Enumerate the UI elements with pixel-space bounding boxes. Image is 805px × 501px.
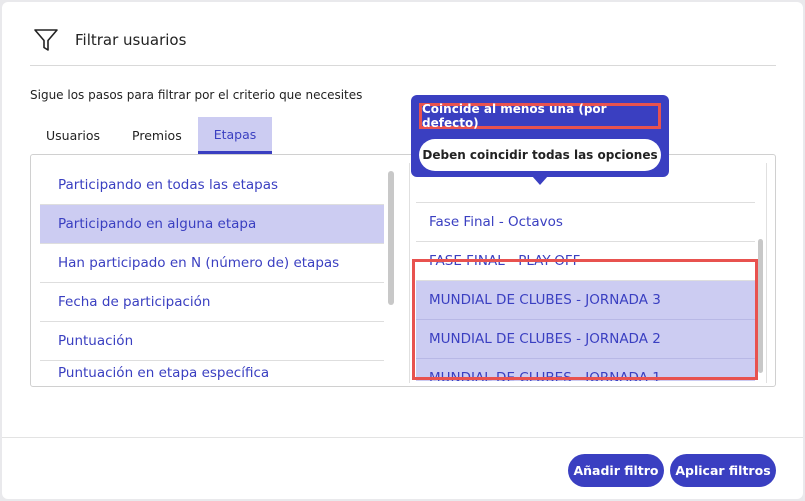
list-item[interactable]: Participando en alguna etapa bbox=[40, 205, 384, 244]
list-item[interactable]: Puntuación bbox=[40, 322, 384, 361]
list-item[interactable]: MUNDIAL DE CLUBES - JORNADA 3 bbox=[416, 281, 755, 320]
tab-premios[interactable]: Premios bbox=[116, 117, 198, 154]
criteria-scrollbar[interactable] bbox=[388, 171, 394, 305]
add-filter-button[interactable]: Añadir filtro bbox=[568, 454, 664, 487]
column-divider bbox=[409, 163, 410, 383]
list-item[interactable] bbox=[416, 183, 755, 203]
list-item[interactable]: Han participado en N (número de) etapas bbox=[40, 244, 384, 283]
list-item[interactable]: Participando en todas las etapas bbox=[40, 166, 384, 205]
footer-divider bbox=[2, 437, 803, 438]
criteria-list: Participando en todas las etapas Partici… bbox=[40, 166, 384, 380]
list-item[interactable]: MUNDIAL DE CLUBES - JORNADA 2 bbox=[416, 320, 755, 359]
panel-edge-divider bbox=[766, 163, 767, 383]
filter-panel: Participando en todas las etapas Partici… bbox=[30, 154, 776, 387]
match-mode-popover: Coincide al menos una (por defecto) Debe… bbox=[411, 95, 669, 185]
filter-icon bbox=[34, 29, 58, 51]
list-item[interactable]: Puntuación en etapa específica bbox=[40, 361, 384, 380]
modal-title: Filtrar usuarios bbox=[75, 31, 187, 49]
tab-usuarios[interactable]: Usuarios bbox=[30, 117, 116, 154]
stages-list: Fase Final - Octavos FASE FINAL - PLAY-O… bbox=[416, 183, 755, 381]
apply-filters-button[interactable]: Aplicar filtros bbox=[670, 454, 776, 487]
list-item[interactable]: Fase Final - Octavos bbox=[416, 203, 755, 242]
match-any-option[interactable]: Coincide al menos una (por defecto) bbox=[419, 102, 661, 130]
filter-tabs: Usuarios Premios Etapas bbox=[30, 117, 273, 154]
list-item[interactable]: Fecha de participación bbox=[40, 283, 384, 322]
instructions-text: Sigue los pasos para filtrar por el crit… bbox=[30, 88, 363, 102]
stages-scrollbar[interactable] bbox=[758, 239, 763, 373]
list-item[interactable]: FASE FINAL - PLAY-OFF bbox=[416, 242, 755, 281]
tab-etapas[interactable]: Etapas bbox=[197, 117, 273, 154]
filter-users-modal: Filtrar usuarios Sigue los pasos para fi… bbox=[2, 2, 803, 499]
match-all-option[interactable]: Deben coincidir todas las opciones bbox=[419, 139, 661, 171]
list-item[interactable]: MUNDIAL DE CLUBES - JORNADA 1 bbox=[416, 359, 755, 381]
header-divider bbox=[30, 65, 776, 66]
modal-header: Filtrar usuarios bbox=[2, 2, 803, 66]
